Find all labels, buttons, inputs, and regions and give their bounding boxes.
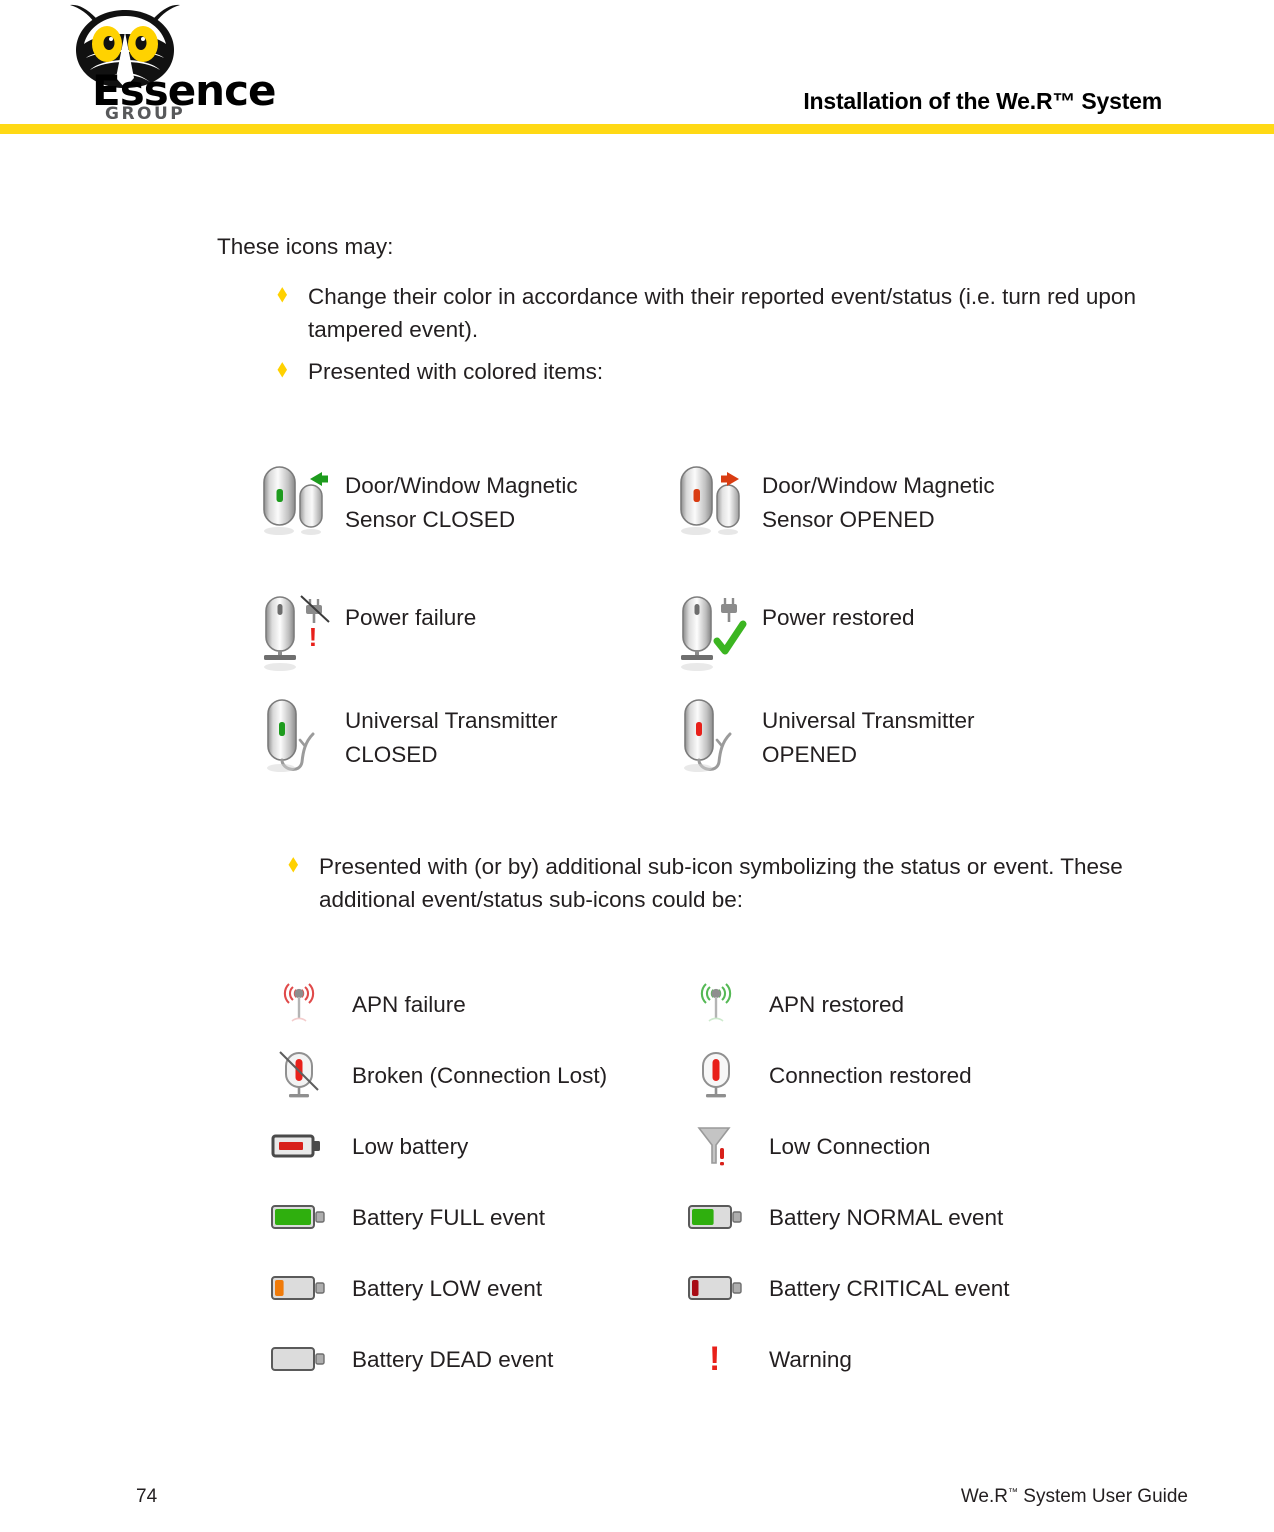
sub-row-battery-low-critical: Battery LOW event Battery CRITICAL event [0, 1263, 1274, 1333]
footer-doc-title-pre: We.R [960, 1486, 1008, 1507]
page-footer: 74 We.R™ System User Guide [0, 1478, 1274, 1532]
page-header: Essence GROUP Installation of the We.R™ … [0, 0, 1274, 134]
warning-icon: ! [685, 1334, 751, 1388]
broken-connection-icon [268, 1050, 334, 1104]
universal-transmitter-opened-icon [675, 694, 755, 784]
diamond-bullet-icon [275, 284, 288, 304]
device-cell-power-failure-label: Power failure [345, 605, 477, 630]
page-title: Installation of the We.R™ System [803, 88, 1162, 114]
footer-page-number: 74 [136, 1486, 158, 1507]
power-failure-icon: ! [258, 591, 338, 681]
sub-row-apn: APN failure APN restored [0, 979, 1274, 1049]
sub-cell-battery-dead-label: Battery DEAD event [352, 1347, 554, 1372]
device-cell-ut-closed: Universal Transmitter CLOSED [258, 694, 678, 784]
sub-cell-low-connection: Low Connection [685, 1121, 1115, 1191]
sub-row-connection: Broken (Connection Lost) Connection rest… [0, 1050, 1274, 1120]
battery-normal-icon [685, 1192, 751, 1246]
bullet-item-2-text: Presented with colored items: [308, 359, 604, 384]
sub-cell-warning: ! Warning [685, 1334, 1115, 1404]
warning-exclamation-glyph: ! [709, 1340, 721, 1378]
header-divider-rule [0, 124, 1274, 134]
sub-cell-connection-restored-label: Connection restored [769, 1063, 972, 1088]
sub-row-battery-full-normal: Battery FULL event Battery NORMAL event [0, 1192, 1274, 1262]
door-window-magnetic-sensor-opened-icon [675, 459, 755, 549]
sub-cell-low-connection-label: Low Connection [769, 1134, 931, 1159]
bullet-item-3-text: Presented with (or by) additional sub-ic… [319, 854, 1123, 912]
sub-row-battery-dead-warning: Battery DEAD event ! Warning [0, 1334, 1274, 1404]
sub-cell-low-battery: Low battery [268, 1121, 698, 1191]
brand-logo: Essence GROUP [30, 4, 276, 126]
device-cell-ut-opened: Universal Transmitter OPENED [675, 694, 1095, 784]
sub-cell-battery-normal: Battery NORMAL event [685, 1192, 1115, 1262]
device-cell-sensor-closed-label: Door/Window Magnetic Sensor CLOSED [345, 473, 578, 532]
sub-cell-apn-restored: APN restored [685, 979, 1115, 1049]
battery-critical-icon [685, 1263, 751, 1317]
sub-cell-apn-failure-label: APN failure [352, 992, 466, 1017]
diamond-bullet-icon [275, 359, 288, 379]
sub-cell-battery-low: Battery LOW event [268, 1263, 698, 1333]
footer-doc-title-tm: ™ [1008, 1487, 1018, 1498]
device-cell-sensor-opened: Door/Window Magnetic Sensor OPENED [675, 459, 1095, 549]
low-connection-icon [685, 1121, 751, 1175]
device-cell-ut-opened-label: Universal Transmitter OPENED [762, 708, 975, 767]
sub-cell-battery-dead: Battery DEAD event [268, 1334, 698, 1404]
sub-cell-battery-critical: Battery CRITICAL event [685, 1263, 1115, 1333]
device-row-power: ! Power failure Power restored [0, 591, 1274, 681]
apn-failure-icon [268, 979, 334, 1033]
sub-cell-battery-full-label: Battery FULL event [352, 1205, 546, 1230]
footer-doc-title-post: System User Guide [1018, 1486, 1188, 1507]
sub-cell-battery-normal-label: Battery NORMAL event [769, 1205, 1004, 1230]
brand-subwordmark: GROUP [105, 104, 186, 124]
device-cell-power-failure: ! Power failure [258, 591, 678, 681]
device-row-magnetic-sensor: Door/Window Magnetic Sensor CLOSED Door/… [0, 459, 1274, 549]
sub-cell-battery-full: Battery FULL event [268, 1192, 698, 1262]
apn-restored-icon [685, 979, 751, 1033]
intro-text: These icons may: [217, 234, 394, 259]
sub-cell-connection-restored: Connection restored [685, 1050, 1115, 1120]
sub-cell-apn-failure: APN failure [268, 979, 698, 1049]
battery-low-icon [268, 1263, 334, 1317]
universal-transmitter-closed-icon [258, 694, 338, 784]
svg-text:!: ! [309, 622, 318, 652]
device-cell-power-restored-label: Power restored [762, 605, 915, 630]
battery-dead-icon [268, 1334, 334, 1388]
footer-document-title: We.R™ System User Guide [961, 1486, 1188, 1508]
low-battery-icon [268, 1121, 334, 1175]
battery-full-icon [268, 1192, 334, 1246]
sub-cell-broken-connection-label: Broken (Connection Lost) [352, 1063, 608, 1088]
power-restored-icon [675, 591, 755, 681]
device-cell-power-restored: Power restored [675, 591, 1095, 681]
device-cell-sensor-opened-label: Door/Window Magnetic Sensor OPENED [762, 473, 995, 532]
sub-row-low: Low battery Low Connection [0, 1121, 1274, 1191]
connection-restored-icon [685, 1050, 751, 1104]
sub-cell-broken-connection: Broken (Connection Lost) [268, 1050, 698, 1120]
device-row-universal-transmitter: Universal Transmitter CLOSED Universal T… [0, 694, 1274, 784]
door-window-magnetic-sensor-closed-icon [258, 459, 338, 549]
sub-cell-battery-critical-label: Battery CRITICAL event [769, 1276, 1010, 1301]
sub-cell-warning-label: Warning [769, 1347, 852, 1372]
sub-cell-low-battery-label: Low battery [352, 1134, 469, 1159]
diamond-bullet-icon [286, 854, 299, 874]
bullet-item-1-text: Change their color in accordance with th… [308, 284, 1136, 342]
device-cell-sensor-closed: Door/Window Magnetic Sensor CLOSED [258, 459, 678, 549]
sub-cell-apn-restored-label: APN restored [769, 992, 905, 1017]
device-cell-ut-closed-label: Universal Transmitter CLOSED [345, 708, 558, 767]
sub-cell-battery-low-label: Battery LOW event [352, 1276, 543, 1301]
